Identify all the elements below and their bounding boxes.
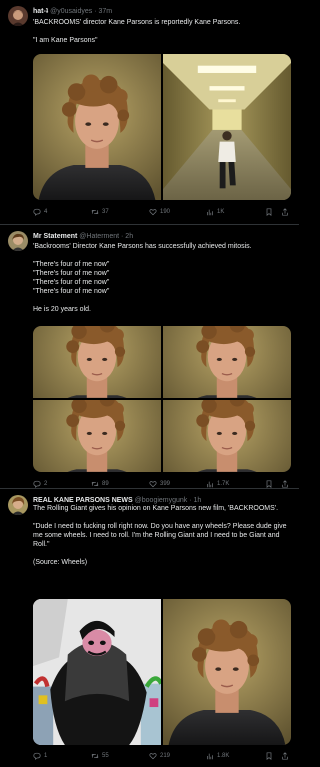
tweet[interactable]: hat-ʇ @y0usaidyes · 37m 'BACKROOMS' dire… — [0, 0, 299, 225]
tweet-text-line — [33, 27, 291, 36]
tweet-text-line — [33, 296, 291, 305]
retweet-count: 55 — [102, 753, 109, 759]
display-name[interactable]: Mr Statement — [33, 233, 77, 240]
media-grid[interactable] — [33, 54, 291, 200]
views-icon — [207, 209, 213, 216]
tweet-text-line: 'BACKROOMS' director Kane Parsons is rep… — [33, 19, 241, 26]
display-name[interactable]: hat-ʇ — [33, 8, 48, 15]
tweet-text-line — [33, 251, 291, 260]
bookmark-icon — [266, 208, 272, 216]
tweet-text-line: "Dude I need to fucking roll right now. … — [33, 523, 287, 548]
retweet-count: 89 — [102, 481, 109, 487]
media-image-portrait — [33, 54, 161, 200]
reply-button[interactable]: 4 — [33, 207, 47, 217]
tweet-header: hat-ʇ @y0usaidyes · 37m — [33, 7, 295, 16]
reply-icon — [33, 480, 41, 488]
share-button[interactable] — [281, 751, 289, 761]
share-icon — [282, 752, 288, 760]
bookmark-icon — [266, 752, 272, 760]
reply-count: 2 — [44, 481, 48, 487]
action-bar: 1 55 219 1.8K — [33, 751, 291, 761]
bookmark-button[interactable] — [265, 751, 273, 761]
like-count: 219 — [160, 753, 171, 759]
tweet-header: Mr Statement @Haterment · 2h — [33, 232, 295, 241]
media-grid[interactable] — [33, 326, 291, 472]
handle-and-time[interactable]: @boogiemygunk · 1h — [135, 497, 202, 504]
retweet-icon — [91, 481, 99, 487]
like-count: 190 — [160, 209, 171, 215]
avatar[interactable] — [8, 6, 28, 26]
tweet-text-line: "I am Kane Parsons" — [33, 37, 98, 44]
tweet-text-line — [33, 513, 291, 522]
retweet-button[interactable]: 55 — [91, 751, 109, 761]
tweet-text-line: (Source: Wheels) — [33, 559, 88, 566]
media-images[interactable] — [33, 599, 291, 745]
views-button[interactable]: 1.8K — [206, 751, 229, 761]
avatar-image — [8, 495, 28, 515]
views-count: 1.7K — [217, 481, 230, 487]
tweet[interactable]: Mr Statement @Haterment · 2h 'Backrooms'… — [0, 225, 299, 489]
tweet-text-line: "There's four of me now" — [33, 261, 110, 268]
tweet-text-line — [33, 549, 291, 558]
retweet-icon — [91, 753, 99, 759]
display-name[interactable]: REAL KANE PARSONS NEWS — [33, 497, 133, 504]
retweet-count: 37 — [102, 209, 109, 215]
tweet-text-line: "There's four of me now" — [33, 270, 110, 277]
views-count: 1K — [217, 209, 225, 215]
tweet[interactable]: REAL KANE PARSONS NEWS @boogiemygunk · 1… — [0, 489, 299, 767]
heart-icon — [149, 209, 157, 216]
share-icon — [282, 208, 288, 216]
tweet-text: 'Backrooms' Director Kane Parsons has su… — [33, 242, 291, 314]
tweet-text-line: "There's four of me now" — [33, 288, 110, 295]
avatar[interactable] — [8, 231, 28, 251]
retweet-button[interactable]: 37 — [91, 207, 109, 217]
views-count: 1.8K — [217, 753, 230, 759]
media-images[interactable] — [33, 326, 291, 472]
tweet-text-line: "There's four of me now" — [33, 279, 110, 286]
like-button[interactable]: 190 — [149, 207, 170, 217]
heart-icon — [149, 481, 157, 488]
media-image-portrait — [163, 599, 291, 745]
avatar-image — [8, 231, 28, 251]
handle-and-time[interactable]: @y0usaidyes · 37m — [50, 8, 112, 15]
handle-and-time[interactable]: @Haterment · 2h — [79, 233, 133, 240]
like-button[interactable]: 219 — [149, 751, 170, 761]
retweet-icon — [91, 209, 99, 215]
tweet-text-line: The Rolling Giant gives his opinion on K… — [33, 505, 279, 512]
bookmark-button[interactable] — [265, 207, 273, 217]
like-count: 399 — [160, 481, 171, 487]
media-grid[interactable] — [33, 599, 291, 745]
tweet-text-line: 'Backrooms' Director Kane Parsons has su… — [33, 243, 252, 250]
share-button[interactable] — [281, 207, 289, 217]
avatar[interactable] — [8, 495, 28, 515]
bookmark-icon — [266, 480, 272, 488]
reply-icon — [33, 752, 41, 760]
media-image-rolling-giant — [33, 599, 170, 745]
tweet-text: 'BACKROOMS' director Kane Parsons is rep… — [33, 18, 291, 45]
reply-count: 1 — [44, 753, 48, 759]
media-images[interactable] — [33, 54, 291, 200]
tweet-text-line: He is 20 years old. — [33, 306, 91, 313]
reply-button[interactable]: 1 — [33, 751, 47, 761]
media-image-corridor — [163, 54, 291, 200]
action-bar: 4 37 190 1K — [33, 207, 291, 217]
reply-icon — [33, 208, 41, 216]
heart-icon — [149, 753, 157, 760]
tweet-text: The Rolling Giant gives his opinion on K… — [33, 504, 291, 567]
share-icon — [282, 480, 288, 488]
views-icon — [207, 481, 213, 488]
views-button[interactable]: 1K — [206, 207, 224, 217]
reply-count: 4 — [44, 209, 48, 215]
avatar-image — [8, 6, 28, 26]
views-icon — [207, 753, 213, 760]
